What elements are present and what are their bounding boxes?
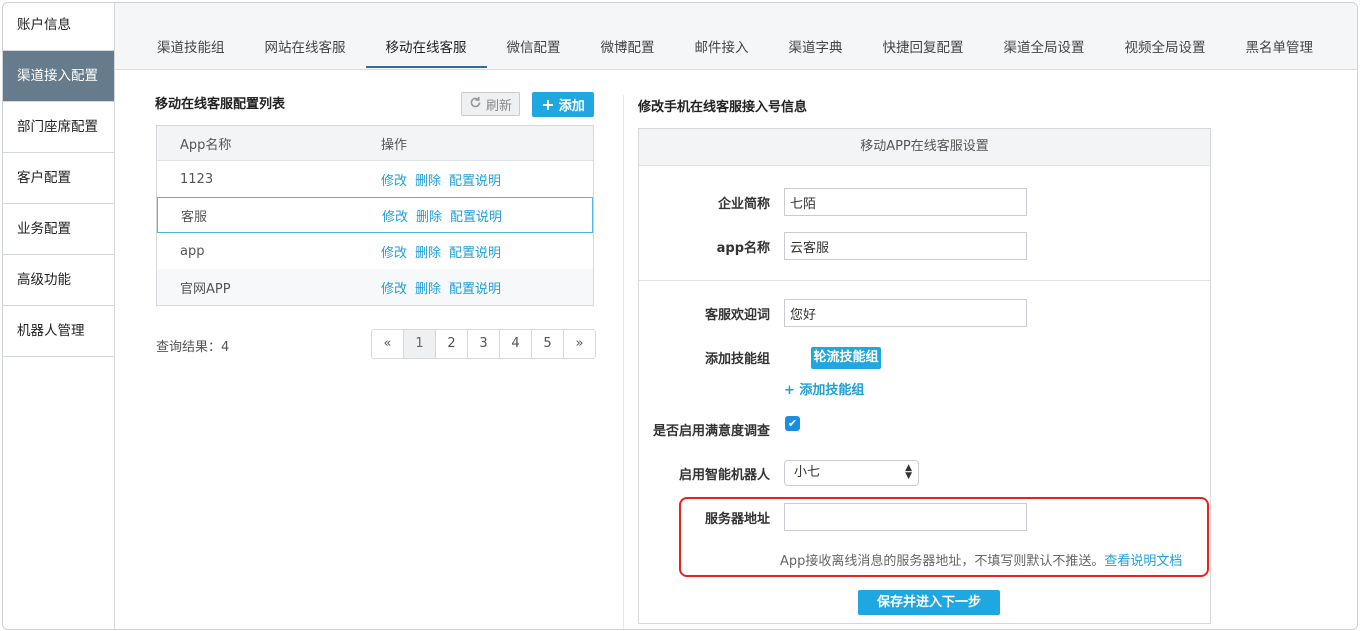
- robot-select-value: 小七: [794, 465, 821, 480]
- list-title: 移动在线客服配置列表: [155, 97, 286, 112]
- config-help-link[interactable]: 配置说明: [449, 278, 501, 297]
- skill-group-label: 添加技能组: [704, 352, 770, 367]
- pagination: « 1 2 3 4 5 »: [371, 329, 596, 359]
- config-help-link[interactable]: 配置说明: [450, 206, 502, 225]
- tab-weibo[interactable]: 微博配置: [581, 33, 675, 68]
- app-name-label: app名称: [716, 241, 770, 256]
- server-label: 服务器地址: [704, 512, 770, 527]
- tab-quick-reply[interactable]: 快捷回复配置: [863, 33, 984, 68]
- sidebar-item-advanced[interactable]: 高级功能: [3, 255, 114, 306]
- config-help-link[interactable]: 配置说明: [449, 170, 501, 189]
- welcome-label: 客服欢迎词: [704, 308, 770, 323]
- settings-form: 移动APP在线客服设置 企业简称 app名称 客服欢迎词 添加技能组 轮流技能组…: [638, 128, 1211, 624]
- plus-icon: +: [541, 94, 555, 114]
- page-3[interactable]: 3: [467, 330, 499, 358]
- add-button[interactable]: + 添加: [532, 92, 594, 117]
- sidebar-item-channel-config[interactable]: 渠道接入配置: [3, 51, 114, 102]
- save-next-button[interactable]: 保存并进入下一步: [858, 590, 1000, 615]
- col-header-name: App名称: [180, 137, 232, 153]
- edit-link[interactable]: 修改: [381, 242, 407, 261]
- tab-video-global[interactable]: 视频全局设置: [1105, 33, 1226, 68]
- edit-link[interactable]: 修改: [381, 170, 407, 189]
- welcome-field[interactable]: [784, 299, 1027, 327]
- panel-divider: [623, 95, 624, 629]
- tab-web-online[interactable]: 网站在线客服: [245, 33, 366, 68]
- edit-link[interactable]: 修改: [382, 206, 408, 225]
- tab-wechat[interactable]: 微信配置: [487, 33, 581, 68]
- row-name: 1123: [180, 171, 214, 187]
- page-2[interactable]: 2: [435, 330, 467, 358]
- robot-label: 启用智能机器人: [678, 468, 770, 483]
- table-header: App名称 操作: [157, 126, 593, 161]
- doc-link[interactable]: 查看说明文档: [1104, 554, 1182, 569]
- delete-link[interactable]: 删除: [416, 206, 442, 225]
- select-arrows-icon: ▲ ▼: [905, 463, 912, 481]
- main-area: 渠道技能组 网站在线客服 移动在线客服 微信配置 微博配置 邮件接入 渠道字典 …: [115, 3, 1357, 629]
- page-4[interactable]: 4: [499, 330, 531, 358]
- sidebar-item-customer[interactable]: 客户配置: [3, 153, 114, 204]
- page-next[interactable]: »: [563, 330, 595, 358]
- config-table: App名称 操作 1123 修改 删除 配置说明 客服 修改 删除 配置说明 app 修…: [156, 125, 594, 306]
- plus-icon: +: [784, 383, 800, 398]
- robot-select[interactable]: 小七 ▲ ▼: [784, 460, 919, 486]
- server-help: App接收离线消息的服务器地址，不填写则默认不推送。查看说明文档: [780, 550, 1182, 569]
- tab-channel-global[interactable]: 渠道全局设置: [984, 33, 1105, 68]
- sidebar-item-robot[interactable]: 机器人管理: [3, 306, 114, 357]
- delete-link[interactable]: 删除: [415, 242, 441, 261]
- server-field[interactable]: [784, 503, 1027, 531]
- add-skill-group-link[interactable]: + 添加技能组: [784, 379, 864, 398]
- row-name: app: [180, 243, 205, 259]
- sidebar: 账户信息 渠道接入配置 部门座席配置 客户配置 业务配置 高级功能 机器人管理: [3, 3, 115, 629]
- app-window: 账户信息 渠道接入配置 部门座席配置 客户配置 业务配置 高级功能 机器人管理 …: [2, 2, 1358, 630]
- page-5[interactable]: 5: [531, 330, 563, 358]
- survey-checkbox[interactable]: ✔: [785, 416, 800, 431]
- table-row[interactable]: app 修改 删除 配置说明: [157, 233, 593, 269]
- add-label: 添加: [558, 99, 585, 114]
- refresh-label: 刷新: [485, 98, 512, 114]
- page-prev[interactable]: «: [372, 330, 403, 358]
- result-count: 查询结果：4: [156, 340, 230, 355]
- sidebar-item-account[interactable]: 账户信息: [3, 3, 114, 51]
- config-help-link[interactable]: 配置说明: [449, 242, 501, 261]
- server-help-text: App接收离线消息的服务器地址，不填写则默认不推送。: [780, 554, 1105, 569]
- form-separator: [639, 280, 1210, 281]
- check-icon: ✔: [787, 417, 798, 430]
- form-panel-header: 移动APP在线客服设置: [639, 129, 1210, 166]
- tab-blacklist[interactable]: 黑名单管理: [1226, 33, 1334, 68]
- sidebar-item-dept-seat[interactable]: 部门座席配置: [3, 102, 114, 153]
- page-1[interactable]: 1: [403, 330, 435, 358]
- company-label: 企业简称: [717, 197, 770, 212]
- add-skill-group-label: 添加技能组: [799, 383, 865, 398]
- app-name-field[interactable]: [784, 232, 1027, 260]
- form-title: 修改手机在线客服接入号信息: [638, 100, 808, 115]
- survey-label: 是否启用满意度调查: [652, 424, 770, 439]
- skill-group-tag[interactable]: 轮流技能组: [811, 347, 881, 369]
- tab-mobile-online[interactable]: 移动在线客服: [365, 33, 487, 68]
- row-name: 官网APP: [180, 281, 231, 297]
- refresh-button[interactable]: 刷新: [461, 92, 520, 116]
- tab-channel-skill-group[interactable]: 渠道技能组: [137, 33, 245, 68]
- table-row[interactable]: 客服 修改 删除 配置说明: [157, 197, 593, 233]
- edit-link[interactable]: 修改: [381, 278, 407, 297]
- tab-bar: 渠道技能组 网站在线客服 移动在线客服 微信配置 微博配置 邮件接入 渠道字典 …: [115, 3, 1357, 70]
- sidebar-item-business[interactable]: 业务配置: [3, 204, 114, 255]
- col-header-actions: 操作: [381, 137, 408, 153]
- refresh-icon: [469, 96, 482, 113]
- company-field[interactable]: [784, 188, 1027, 216]
- row-name: 客服: [181, 209, 208, 225]
- delete-link[interactable]: 删除: [415, 170, 441, 189]
- tab-email[interactable]: 邮件接入: [675, 33, 769, 68]
- tab-channel-dict[interactable]: 渠道字典: [769, 33, 863, 68]
- delete-link[interactable]: 删除: [415, 278, 441, 297]
- table-row[interactable]: 1123 修改 删除 配置说明: [157, 161, 593, 197]
- table-row[interactable]: 官网APP 修改 删除 配置说明: [157, 269, 593, 305]
